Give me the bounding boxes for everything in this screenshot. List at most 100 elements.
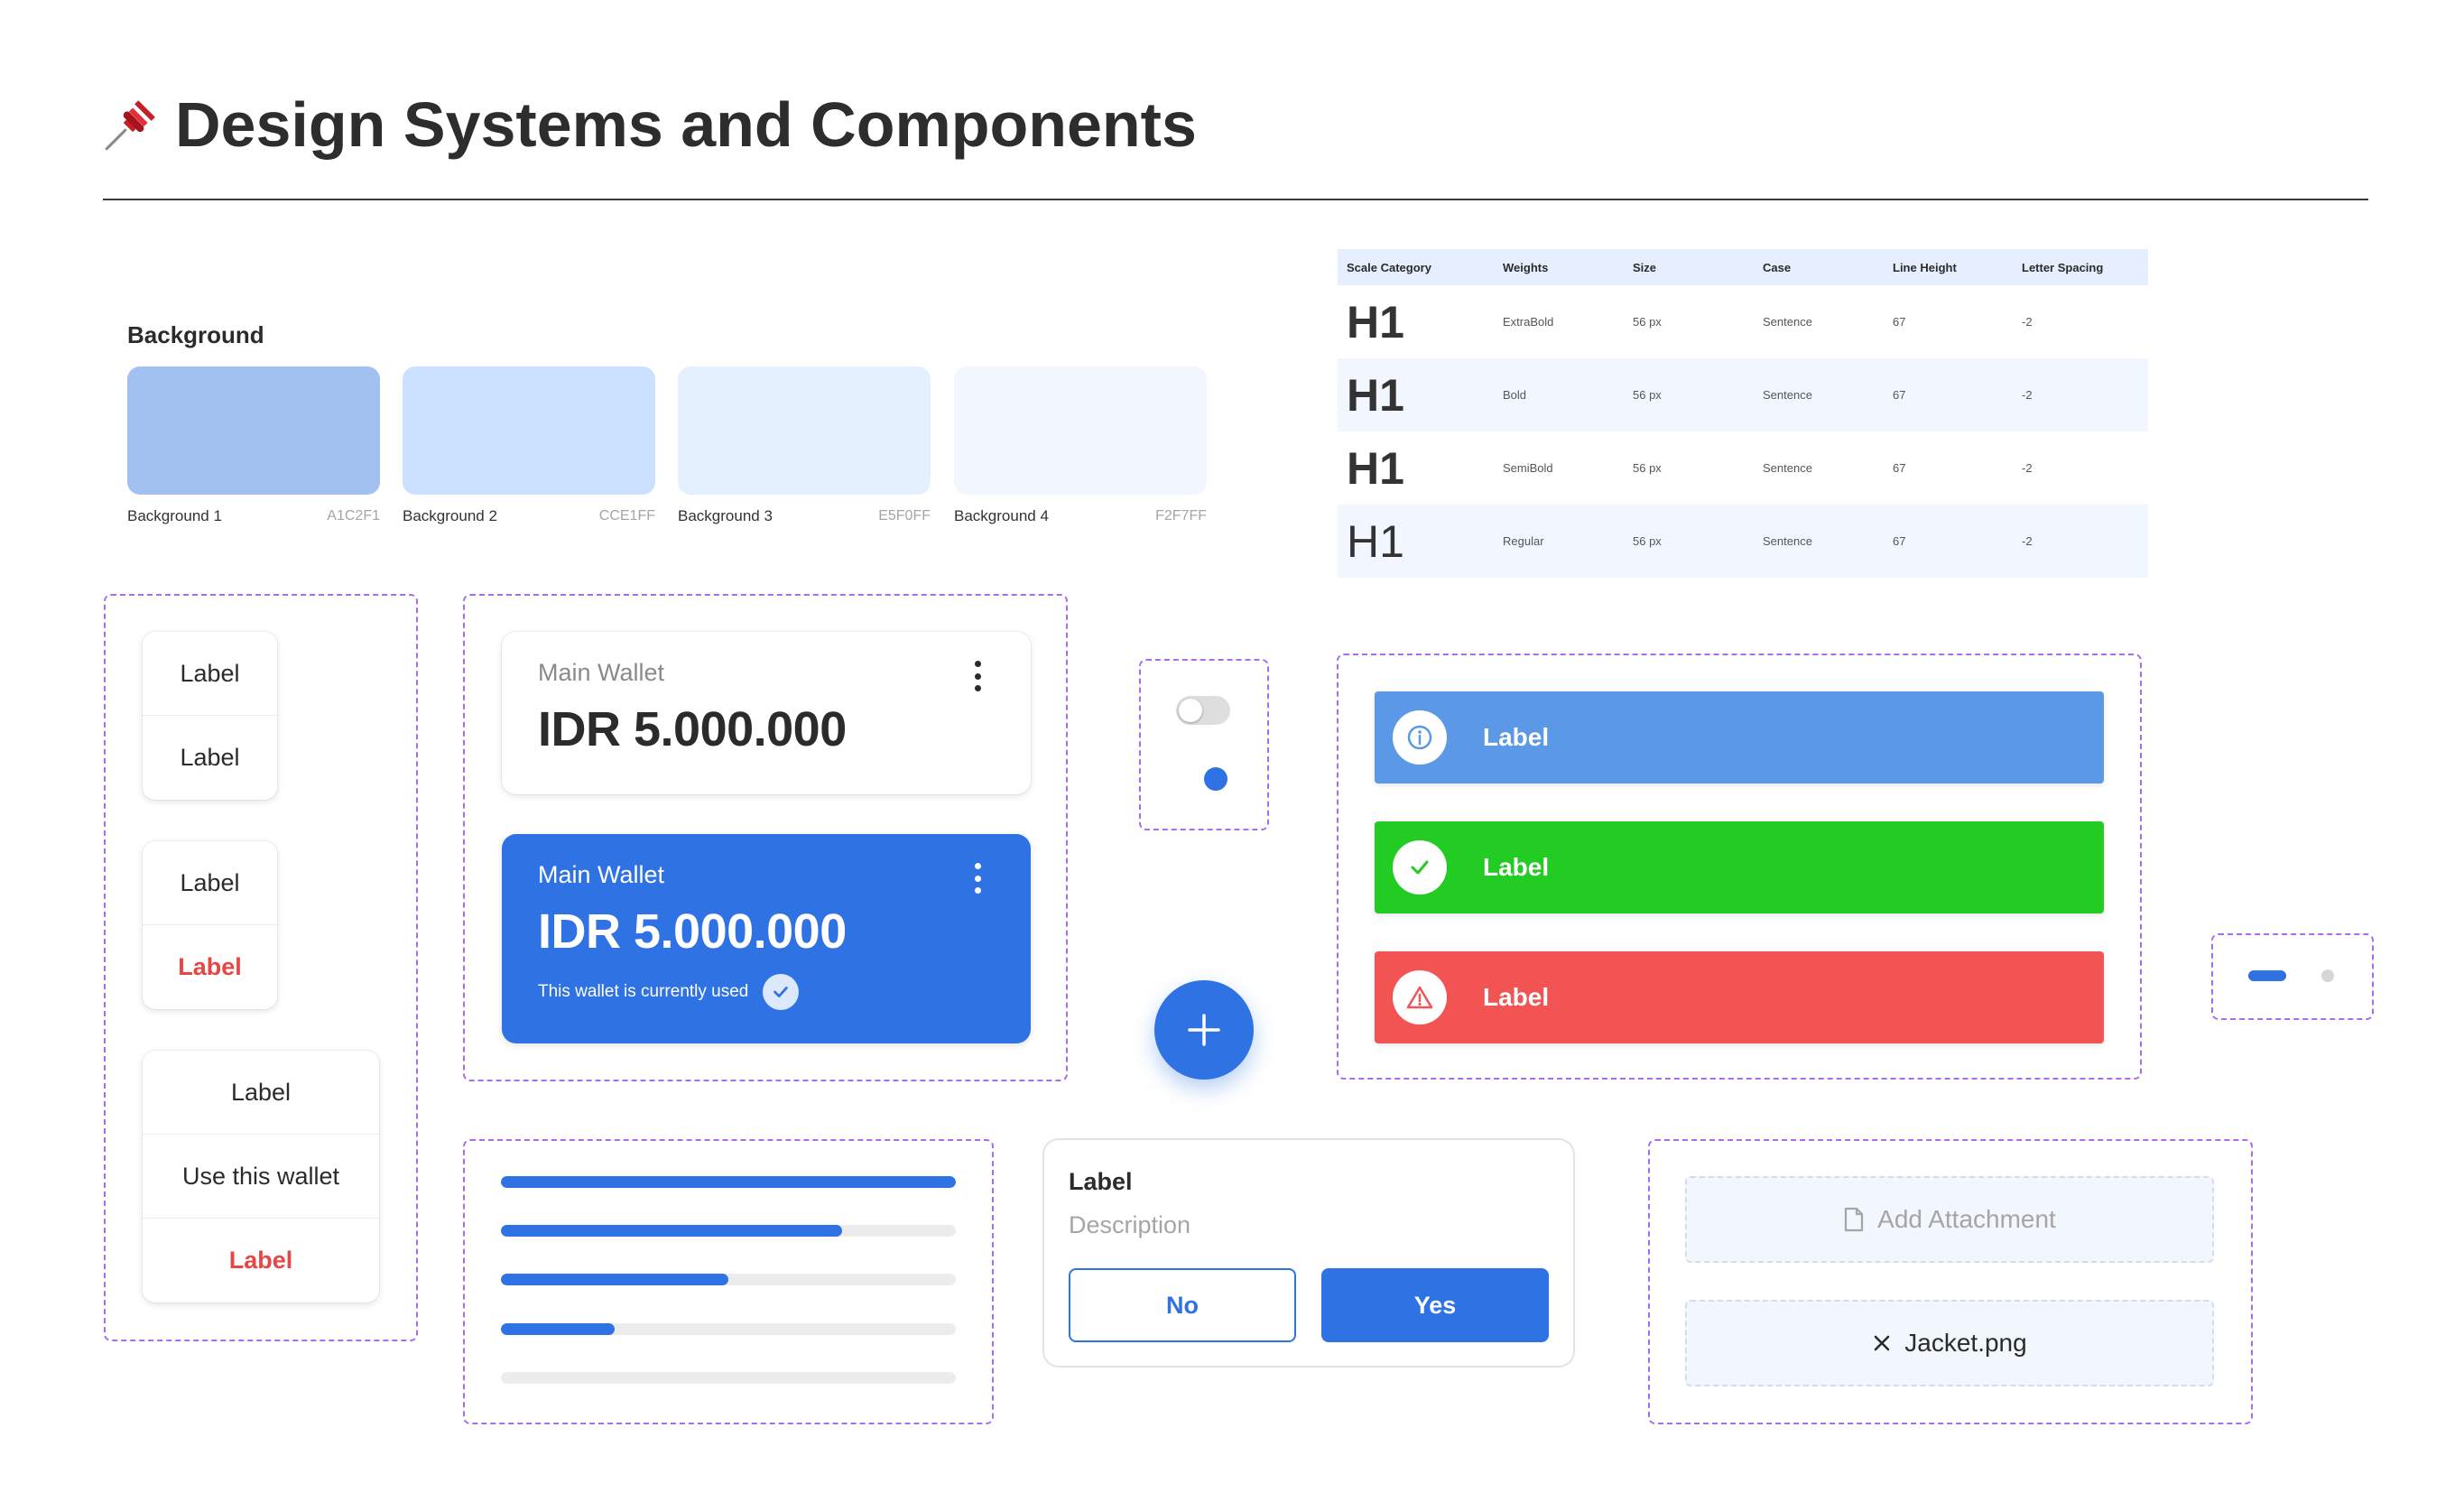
wallet-label: Main Wallet — [538, 861, 665, 888]
progress-bar — [501, 1372, 956, 1384]
more-options-icon[interactable] — [975, 863, 982, 894]
typography-table: Scale Category Weights Size Case Line He… — [1338, 249, 2148, 578]
background-section-title: Background — [127, 321, 264, 348]
alert-success: Label — [1375, 821, 2104, 913]
swatch-hex: A1C2F1 — [327, 508, 380, 524]
swatch-name: Background 2 — [403, 507, 497, 524]
cell-case: Sentence — [1763, 315, 1812, 329]
warning-icon — [1393, 970, 1447, 1025]
cell-weight: SemiBold — [1503, 461, 1553, 475]
cell-line-height: 67 — [1893, 461, 1906, 475]
cell-size: 56 px — [1633, 315, 1662, 329]
no-button[interactable]: No — [1069, 1268, 1296, 1342]
swatch-name: Background 4 — [954, 507, 1049, 524]
swatch-name: Background 3 — [678, 507, 773, 524]
cell-line-height: 67 — [1893, 315, 1906, 329]
check-icon — [1393, 840, 1447, 895]
title-divider — [103, 199, 2368, 200]
alert-label: Label — [1483, 853, 1550, 881]
swatch-background-1 — [127, 366, 380, 495]
more-options-icon[interactable] — [975, 661, 982, 691]
progress-fill — [501, 1274, 728, 1285]
swatch-background-2 — [403, 366, 655, 495]
cell-letter-spacing: -2 — [2022, 315, 2033, 329]
h1-sample-semibold: H1 — [1347, 442, 1404, 494]
wallet-card-selected[interactable]: Main Wallet IDR 5.000.000 This wallet is… — [502, 834, 1031, 1043]
page-title: Design Systems and Components — [101, 88, 1197, 161]
cell-size: 56 px — [1633, 388, 1662, 402]
close-icon[interactable] — [1872, 1333, 1892, 1353]
alert-error: Label — [1375, 951, 2104, 1043]
wallet-status: This wallet is currently used — [538, 974, 995, 1010]
wallet-amount: IDR 5.000.000 — [538, 904, 847, 959]
wallet-note-text: This wallet is currently used — [538, 982, 749, 1001]
dropdown-menu: Label Label — [143, 632, 277, 800]
page-indicator-active[interactable] — [2248, 970, 2286, 981]
alert-label: Label — [1483, 983, 1550, 1011]
progress-bar — [501, 1225, 956, 1237]
progress-fill — [501, 1323, 615, 1335]
dialog-title: Label — [1069, 1168, 1133, 1195]
swatch-name: Background 1 — [127, 507, 222, 524]
cell-size: 56 px — [1633, 461, 1662, 475]
attachment-chip: Jacket.png — [1685, 1300, 2214, 1386]
wallet-label: Main Wallet — [538, 659, 665, 686]
h1-sample-bold: H1 — [1347, 369, 1404, 421]
table-header: Scale Category Weights Size Case Line He… — [1338, 249, 2148, 285]
dropdown-menu: Label Label — [143, 841, 277, 1009]
table-row: H1 Bold 56 px Sentence 67 -2 — [1338, 358, 2148, 431]
column-header: Line Height — [1893, 260, 1957, 274]
h1-sample-extrabold: H1 — [1347, 296, 1404, 348]
action-item-danger[interactable]: Label — [143, 1219, 379, 1303]
table-row: H1 Regular 56 px Sentence 67 -2 — [1338, 505, 2148, 578]
menu-item-danger[interactable]: Label — [143, 925, 277, 1009]
add-attachment-button[interactable]: Add Attachment — [1685, 1176, 2214, 1263]
swatch-hex: F2F7FF — [1155, 508, 1207, 524]
wallet-amount: IDR 5.000.000 — [538, 702, 847, 756]
progress-bar — [501, 1176, 956, 1188]
cell-size: 56 px — [1633, 534, 1662, 548]
add-attachment-label: Add Attachment — [1877, 1205, 2056, 1233]
page-title-text: Design Systems and Components — [175, 89, 1197, 160]
menu-item[interactable]: Label — [143, 632, 277, 716]
swatch-background-3 — [678, 366, 931, 495]
progress-fill — [501, 1225, 842, 1237]
check-circle-icon — [763, 974, 800, 1010]
file-icon — [1845, 1207, 1864, 1232]
table-row: H1 SemiBold 56 px Sentence 67 -2 — [1338, 431, 2148, 505]
page-indicator-dot[interactable] — [2321, 969, 2334, 982]
cell-letter-spacing: -2 — [2022, 534, 2033, 548]
yes-button[interactable]: Yes — [1321, 1268, 1549, 1342]
pager-frame — [2211, 933, 2374, 1020]
menu-item[interactable]: Label — [143, 841, 277, 925]
add-fab-button[interactable] — [1154, 980, 1254, 1080]
cell-case: Sentence — [1763, 388, 1812, 402]
info-icon — [1393, 710, 1447, 765]
swatch-hex: CCE1FF — [598, 508, 655, 524]
cell-weight: Bold — [1503, 388, 1527, 402]
menu-item[interactable]: Label — [143, 716, 277, 800]
cell-line-height: 67 — [1893, 388, 1906, 402]
h1-sample-regular: H1 — [1347, 515, 1404, 567]
column-header: Scale Category — [1347, 260, 1431, 274]
pushpin-icon — [105, 100, 155, 151]
wallet-card[interactable]: Main Wallet IDR 5.000.000 — [502, 632, 1031, 794]
radio-dot[interactable] — [1204, 767, 1227, 791]
progress-bar — [501, 1274, 956, 1285]
table-row: H1 ExtraBold 56 px Sentence 67 -2 — [1338, 285, 2148, 358]
attachment-filename: Jacket.png — [1904, 1329, 2027, 1357]
cell-case: Sentence — [1763, 534, 1812, 548]
cell-letter-spacing: -2 — [2022, 388, 2033, 402]
dialog-description: Description — [1069, 1211, 1191, 1238]
swatch-hex: E5F0FF — [878, 508, 931, 524]
column-header: Letter Spacing — [2022, 260, 2104, 274]
cell-line-height: 67 — [1893, 534, 1906, 548]
toggle-switch[interactable] — [1176, 696, 1230, 725]
alert-label: Label — [1483, 723, 1550, 751]
action-item[interactable]: Label — [143, 1051, 379, 1135]
use-wallet-action[interactable]: Use this wallet — [143, 1135, 379, 1219]
controls-frame — [1139, 659, 1269, 830]
progress-fill — [501, 1176, 956, 1188]
action-sheet: Label Use this wallet Label — [143, 1051, 379, 1303]
cell-weight: ExtraBold — [1503, 315, 1554, 329]
